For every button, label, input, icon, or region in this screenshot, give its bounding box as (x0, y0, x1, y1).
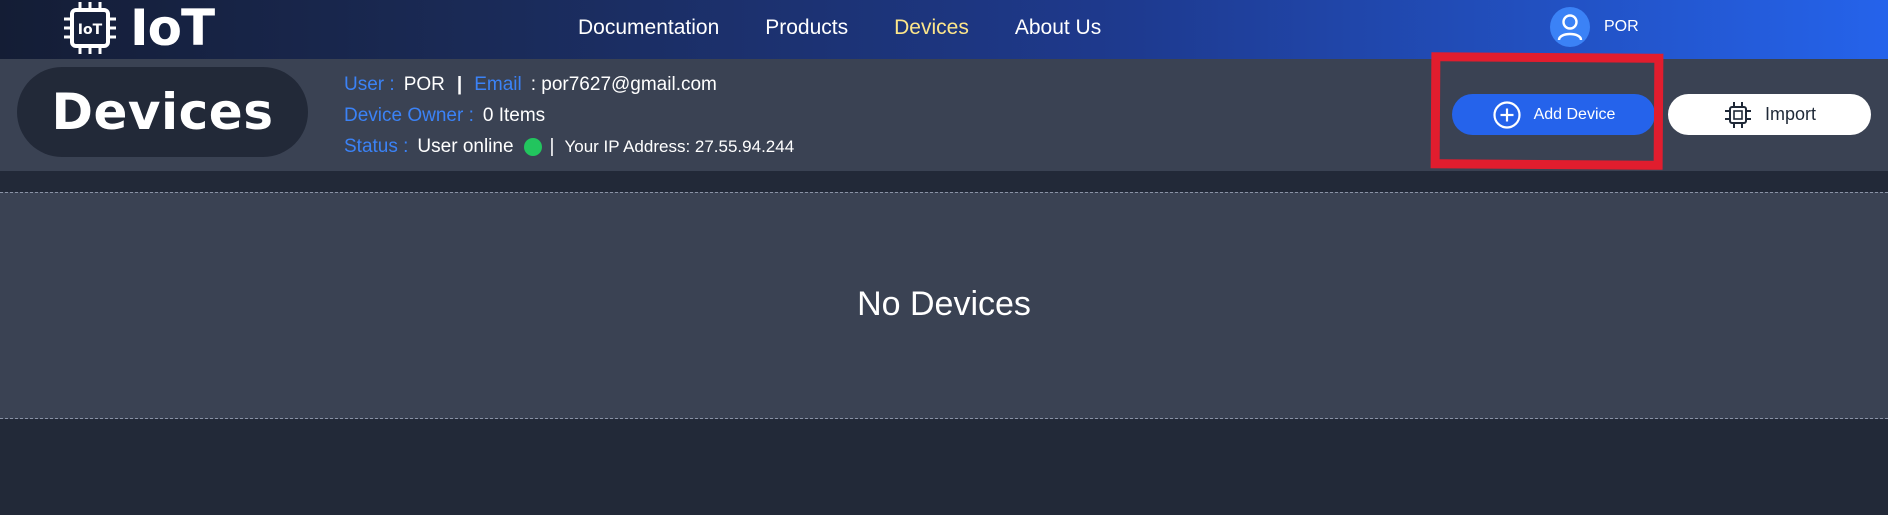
device-owner-label: Device Owner : (344, 105, 474, 126)
avatar (1550, 7, 1590, 47)
nav-products[interactable]: Products (765, 16, 848, 40)
top-navbar: IoT IoT Documentation Products Devices A… (0, 0, 1888, 59)
info-separator: | (456, 74, 463, 95)
status-value: User online (417, 136, 514, 157)
user-info-row: User : POR | Email : por7627@gmail.com (344, 69, 794, 100)
online-status-dot (523, 137, 542, 156)
nav-about-us[interactable]: About Us (1015, 16, 1101, 40)
user-label: User : (344, 74, 395, 95)
status-info-row: Status : User online | Your IP Address: … (344, 131, 794, 162)
user-icon (1557, 14, 1583, 41)
empty-state-text: No Devices (857, 285, 1031, 323)
email-label: Email (474, 74, 522, 95)
status-label: Status : (344, 136, 409, 157)
ip-address-text: Your IP Address: 27.55.94.244 (564, 137, 795, 156)
nav-links: Documentation Products Devices About Us (578, 0, 1147, 55)
device-owner-value: 0 Items (482, 105, 546, 126)
devices-panel: No Devices (0, 192, 1888, 419)
logo[interactable]: IoT IoT (62, 0, 215, 57)
nav-devices[interactable]: Devices (894, 16, 969, 40)
chip-logo-icon: IoT (64, 2, 116, 54)
user-info: User : POR | Email : por7627@gmail.com D… (344, 69, 794, 162)
page-title-pill: Devices (17, 67, 308, 157)
add-device-button[interactable]: Add Device (1452, 94, 1655, 135)
import-button[interactable]: Import (1668, 94, 1871, 135)
email-value: : por7627@gmail.com (530, 74, 717, 95)
user-menu[interactable]: POR (1550, 7, 1639, 47)
plus-circle-icon (1492, 100, 1521, 129)
chip-icon (1724, 101, 1751, 128)
page-title: Devices (51, 83, 274, 141)
import-label: Import (1764, 104, 1816, 124)
logo-chip-text: IoT (78, 22, 103, 38)
nav-documentation[interactable]: Documentation (578, 16, 719, 40)
ip-separator: | (549, 136, 555, 157)
owner-info-row: Device Owner : 0 Items (344, 100, 794, 131)
logo-text: IoT (130, 0, 215, 57)
page-header: Devices User : POR | Email : por7627@gma… (0, 59, 1888, 171)
user-value: POR (403, 74, 445, 95)
user-name: POR (1604, 18, 1639, 35)
add-device-label: Add Device (1533, 105, 1616, 123)
